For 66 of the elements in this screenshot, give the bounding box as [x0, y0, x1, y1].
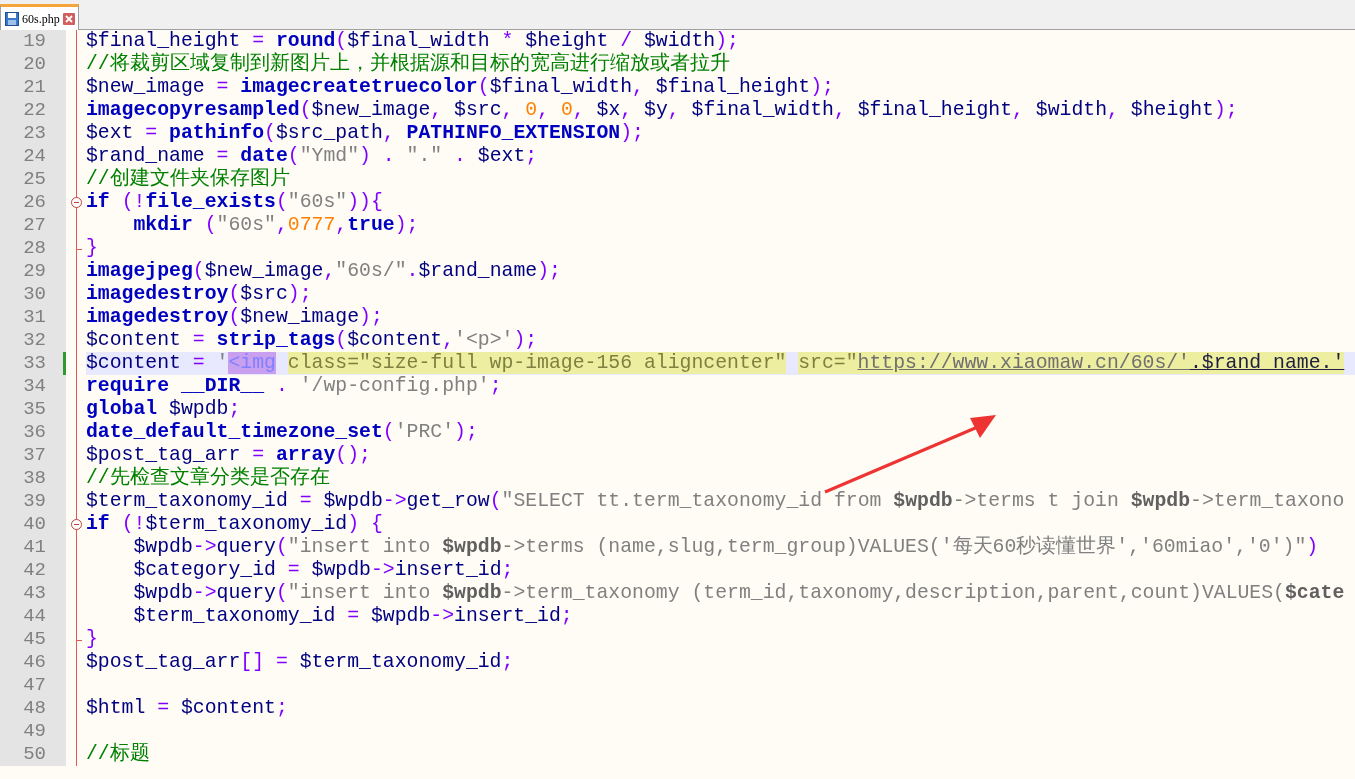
code-line: imagejpeg($new_image,"60s/".$rand_name); — [86, 260, 562, 283]
line-number: 29 — [0, 260, 66, 283]
code-line: date_default_timezone_set('PRC'); — [86, 421, 479, 444]
code-line: $ext = pathinfo($src_path, PATHINFO_EXTENSION); — [86, 122, 645, 145]
code-line: $post_tag_arr[] = $term_taxonomy_id; — [86, 651, 515, 674]
line-number: 30 — [0, 283, 66, 306]
line-number: 21 — [0, 76, 66, 99]
code-line: $wpdb->query("insert into $wpdb->terms (name,slug,term_group)VALUES('每天60秒读懂世界','60miao','0')") — [132, 536, 1320, 559]
line-number: 28 — [0, 237, 66, 260]
code-line: $post_tag_arr = array(); — [86, 444, 372, 466]
code-line: $content = strip_tags($content,'<p>'); — [86, 329, 539, 352]
save-icon — [5, 11, 19, 26]
code-line: $category_id = $wpdb->insert_id; — [132, 559, 515, 582]
code-line: $term_taxonomy_id = $wpdb->get_row("SELECT tt.term_taxonomy_id from $wpdb->terms t join $wpdb->term_taxono — [86, 490, 1346, 513]
code-line: if (!file_exists("60s")){ — [86, 191, 384, 214]
line-number: 38 — [0, 467, 66, 490]
line-number: 41 — [0, 536, 66, 559]
code-line: $wpdb->query("insert into $wpdb->term_taxonomy (term_id,taxonomy,description,parent,count)VALUES($cate — [132, 582, 1346, 605]
line-number: 27 — [0, 214, 66, 237]
line-number: 47 — [0, 674, 66, 697]
line-number: 45 — [0, 628, 66, 651]
code-line: $term_taxonomy_id = $wpdb->insert_id; — [132, 605, 574, 628]
code-line: imagedestroy($new_image); — [86, 306, 384, 329]
line-number: 34 — [0, 375, 66, 398]
line-number: 40 — [0, 513, 66, 536]
line-number: 20 — [0, 53, 66, 76]
code-line: global $wpdb; — [86, 398, 242, 421]
line-number: 31 — [0, 306, 66, 329]
line-number: 44 — [0, 605, 66, 628]
code-line: $html = $content; — [86, 697, 289, 720]
file-tab[interactable]: 60s.php — [0, 4, 79, 30]
fold-collapse-icon[interactable] — [71, 519, 82, 530]
line-number: 43 — [0, 582, 66, 605]
line-number: 32 — [0, 329, 66, 352]
code-line: $rand_name = date("Ymd") . "." . $ext; — [86, 145, 539, 167]
line-number: 23 — [0, 122, 66, 145]
code-line: mkdir ("60s",0777,true); — [132, 214, 420, 237]
code-line: $new_image = imagecreatetruecolor($final_width, $final_height); — [86, 76, 835, 99]
code-line: //将裁剪区域复制到新图片上，并根据源和目标的宽高进行缩放或者拉升 — [86, 53, 731, 76]
line-number: 22 — [0, 99, 66, 122]
code-line: } — [86, 628, 99, 651]
close-icon[interactable] — [62, 12, 75, 25]
line-number: 39 — [0, 490, 66, 513]
code-line: //标题 — [86, 743, 151, 766]
line-number: 35 — [0, 398, 66, 421]
code-line: require __DIR__ . '/wp-config.php'; — [86, 375, 503, 398]
line-number: 24 — [0, 145, 66, 168]
line-number: 19 — [0, 30, 66, 53]
line-number: 26 — [0, 191, 66, 214]
code-line: imagecopyresampled($new_image, $src, 0, 0, $x, $y, $final_width, $final_height, $width, $height); — [86, 99, 1239, 122]
code-line: if (!$term_taxonomy_id) { — [86, 513, 384, 536]
line-number: 50 — [0, 743, 66, 766]
code-line: //先检查文章分类是否存在 — [86, 467, 331, 490]
code-line: $final_height = round($final_width * $height / $width); — [86, 30, 740, 52]
line-number: 46 — [0, 651, 66, 674]
line-number: 25 — [0, 168, 66, 191]
line-number: 42 — [0, 559, 66, 582]
fold-collapse-icon[interactable] — [71, 197, 82, 208]
line-number: 37 — [0, 444, 66, 467]
line-number: 36 — [0, 421, 66, 444]
code-line: } — [86, 237, 99, 260]
line-number: 33 — [0, 352, 66, 375]
code-line: //创建文件夹保存图片 — [86, 168, 291, 191]
line-number: 48 — [0, 697, 66, 720]
line-number: 49 — [0, 720, 66, 743]
code-line: imagedestroy($src); — [86, 283, 313, 306]
